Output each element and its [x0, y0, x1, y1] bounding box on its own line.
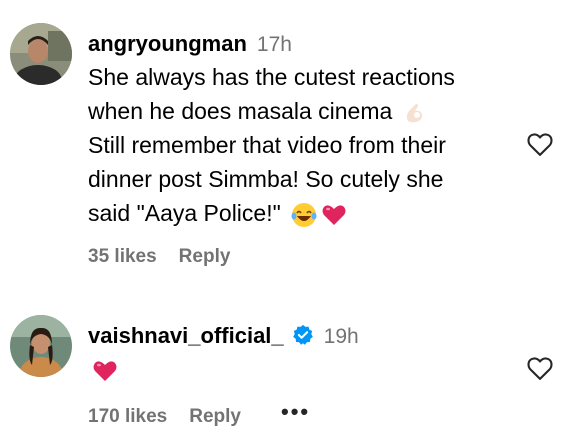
like-heart-icon[interactable] [526, 131, 554, 159]
reply-button[interactable]: Reply [179, 246, 231, 268]
comment-line: when he does masala cinema [88, 98, 393, 124]
more-options-icon[interactable]: ••• [281, 399, 310, 425]
likes-count[interactable]: 35 likes [88, 246, 157, 268]
comment-line: She always has the cutest reactions [88, 64, 455, 90]
username[interactable]: vaishnavi_official_ [88, 323, 284, 349]
timestamp[interactable]: 19h [324, 325, 359, 349]
reply-button[interactable]: Reply [189, 406, 241, 428]
timestamp[interactable]: 17h [257, 33, 292, 57]
comment-line: said "Aaya Police!" [88, 200, 281, 226]
comment-text [88, 352, 518, 386]
laughing-tears-emoji [291, 202, 317, 228]
comment-header: vaishnavi_official_ 19h [88, 321, 359, 349]
comment-line-with-emoji: said "Aaya Police!" [88, 196, 518, 230]
comment-actions: 35 likes Reply [88, 246, 230, 268]
avatar[interactable] [10, 23, 72, 85]
comment-actions: 170 likes Reply ••• [88, 399, 310, 430]
comment-text: She always has the cutest reactions when… [88, 60, 518, 230]
like-heart-icon[interactable] [526, 355, 554, 383]
likes-count[interactable]: 170 likes [88, 406, 167, 428]
comment-line: dinner post Simmba! So cutely she [88, 166, 444, 192]
red-heart-emoji [321, 203, 347, 227]
comment-line: Still remember that video from their [88, 132, 446, 158]
ok-hand-emoji [402, 101, 426, 125]
comment-header: angryoungman 17h [88, 31, 292, 57]
verified-badge-icon [292, 324, 314, 346]
comment-line-with-emoji: when he does masala cinema [88, 94, 518, 128]
avatar[interactable] [10, 315, 72, 377]
red-heart-emoji [92, 359, 118, 383]
username[interactable]: angryoungman [88, 31, 247, 57]
